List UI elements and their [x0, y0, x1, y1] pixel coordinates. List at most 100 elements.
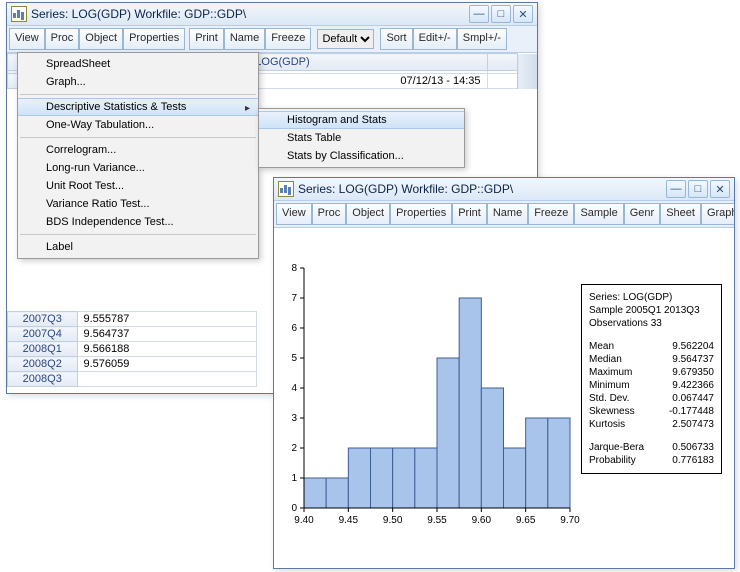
data-cell[interactable]: 9.555787: [77, 312, 257, 327]
name-button[interactable]: Name: [487, 203, 528, 225]
menu-correlogram[interactable]: Correlogram...: [18, 141, 258, 159]
close-button[interactable]: ✕: [513, 5, 533, 23]
print-button[interactable]: Print: [189, 28, 224, 50]
stat-val: -0.177448: [669, 405, 714, 418]
menu-separator: [20, 94, 256, 95]
stat-key: Skewness: [589, 405, 635, 418]
stat-val: 9.564737: [672, 353, 714, 366]
stats-series: Series: LOG(GDP): [589, 291, 714, 304]
vertical-scrollbar[interactable]: [518, 54, 537, 89]
window-title: Series: LOG(GDP) Workfile: GDP::GDP\: [31, 7, 469, 21]
column-header-blank: [487, 54, 517, 71]
stat-key: Maximum: [589, 366, 632, 379]
graph-button[interactable]: Graph: [701, 203, 734, 225]
stats-panel: Series: LOG(GDP) Sample 2005Q1 2013Q3 Ob…: [581, 284, 722, 474]
svg-text:8: 8: [291, 263, 297, 274]
svg-text:9.45: 9.45: [339, 515, 359, 526]
submenu-stats-table[interactable]: Stats Table: [259, 129, 464, 147]
menu-descriptive-stats[interactable]: Descriptive Statistics & Tests ▸: [18, 98, 258, 116]
menu-separator: [20, 234, 256, 235]
histogram-chart: 0123456789.409.459.509.559.609.659.70: [270, 258, 580, 558]
edit-toggle-button[interactable]: Edit+/-: [413, 28, 457, 50]
stat-key: Mean: [589, 340, 614, 353]
smpl-toggle-button[interactable]: Smpl+/-: [457, 28, 507, 50]
svg-text:6: 6: [291, 323, 297, 334]
svg-text:9.60: 9.60: [472, 515, 492, 526]
menu-spreadsheet[interactable]: SpreadSheet: [18, 55, 258, 73]
view-button[interactable]: View: [276, 203, 312, 225]
properties-button[interactable]: Properties: [390, 203, 452, 225]
sheet-button[interactable]: Sheet: [660, 203, 701, 225]
close-button[interactable]: ✕: [710, 180, 730, 198]
object-button[interactable]: Object: [79, 28, 123, 50]
svg-text:0: 0: [291, 503, 297, 514]
svg-text:9.50: 9.50: [383, 515, 403, 526]
stat-key: Std. Dev.: [589, 392, 629, 405]
menu-variance-ratio-test[interactable]: Variance Ratio Test...: [18, 195, 258, 213]
data-cell[interactable]: 9.576059: [77, 357, 257, 372]
print-button[interactable]: Print: [452, 203, 487, 225]
row-header[interactable]: 2008Q2: [8, 357, 78, 372]
titlebar[interactable]: Series: LOG(GDP) Workfile: GDP::GDP\ — □…: [274, 178, 734, 201]
menu-graph[interactable]: Graph...: [18, 73, 258, 91]
stat-val: 0.067447: [672, 392, 714, 405]
menu-label[interactable]: Label: [18, 238, 258, 256]
toolbar: View Proc Object Properties Print Name F…: [274, 201, 734, 228]
object-button[interactable]: Object: [346, 203, 390, 225]
stat-val: 9.679350: [672, 366, 714, 379]
svg-text:5: 5: [291, 353, 297, 364]
svg-text:7: 7: [291, 293, 297, 304]
freeze-button[interactable]: Freeze: [265, 28, 311, 50]
toolbar: View Proc Object Properties Print Name F…: [7, 26, 537, 53]
svg-text:2: 2: [291, 443, 297, 454]
sample-button[interactable]: Sample: [574, 203, 623, 225]
maximize-button[interactable]: □: [688, 180, 708, 198]
maximize-button[interactable]: □: [491, 5, 511, 23]
descriptive-stats-submenu: Histogram and Stats Stats Table Stats by…: [258, 108, 465, 168]
proc-button[interactable]: Proc: [312, 203, 347, 225]
stat-key: Median: [589, 353, 622, 366]
row-header[interactable]: 2008Q3: [8, 372, 78, 387]
window-title: Series: LOG(GDP) Workfile: GDP::GDP\: [298, 182, 666, 196]
data-cell[interactable]: 9.566188: [77, 342, 257, 357]
titlebar[interactable]: Series: LOG(GDP) Workfile: GDP::GDP\ — □…: [7, 3, 537, 26]
row-header[interactable]: 2008Q1: [8, 342, 78, 357]
proc-button[interactable]: Proc: [45, 28, 80, 50]
view-menu: SpreadSheet Graph... Descriptive Statist…: [17, 52, 259, 259]
stat-val: 2.507473: [672, 418, 714, 431]
menu-separator: [20, 137, 256, 138]
svg-text:9.70: 9.70: [560, 515, 580, 526]
genr-button[interactable]: Genr: [624, 203, 660, 225]
data-cell[interactable]: [77, 372, 257, 387]
row-header[interactable]: 2007Q4: [8, 327, 78, 342]
svg-text:9.40: 9.40: [294, 515, 314, 526]
minimize-button[interactable]: —: [666, 180, 686, 198]
stat-val: 0.506733: [672, 441, 714, 454]
freeze-button[interactable]: Freeze: [528, 203, 574, 225]
minimize-button[interactable]: —: [469, 5, 489, 23]
stats-sample: Sample 2005Q1 2013Q3: [589, 304, 714, 317]
menu-bds-independence-test[interactable]: BDS Independence Test...: [18, 213, 258, 231]
properties-button[interactable]: Properties: [123, 28, 185, 50]
menu-item-label: Descriptive Statistics & Tests: [46, 101, 186, 113]
stat-val: 9.562204: [672, 340, 714, 353]
row-header[interactable]: 2007Q3: [8, 312, 78, 327]
name-button[interactable]: Name: [224, 28, 265, 50]
menu-unit-root-test[interactable]: Unit Root Test...: [18, 177, 258, 195]
submenu-arrow-icon: ▸: [245, 103, 250, 114]
svg-text:3: 3: [291, 413, 297, 424]
mode-select[interactable]: Default: [317, 29, 374, 49]
submenu-histogram-stats[interactable]: Histogram and Stats: [259, 111, 464, 129]
submenu-stats-by-classification[interactable]: Stats by Classification...: [259, 147, 464, 165]
svg-text:1: 1: [291, 473, 297, 484]
sort-button[interactable]: Sort: [380, 28, 412, 50]
series-window-histogram: Series: LOG(GDP) Workfile: GDP::GDP\ — □…: [273, 177, 735, 569]
view-button[interactable]: View: [9, 28, 45, 50]
svg-text:9.55: 9.55: [427, 515, 447, 526]
data-cell[interactable]: 9.564737: [77, 327, 257, 342]
menu-long-run-variance[interactable]: Long-run Variance...: [18, 159, 258, 177]
stat-key: Jarque-Bera: [589, 441, 644, 454]
svg-text:4: 4: [291, 383, 297, 394]
menu-one-way-tabulation[interactable]: One-Way Tabulation...: [18, 116, 258, 134]
series-icon: [11, 6, 27, 22]
